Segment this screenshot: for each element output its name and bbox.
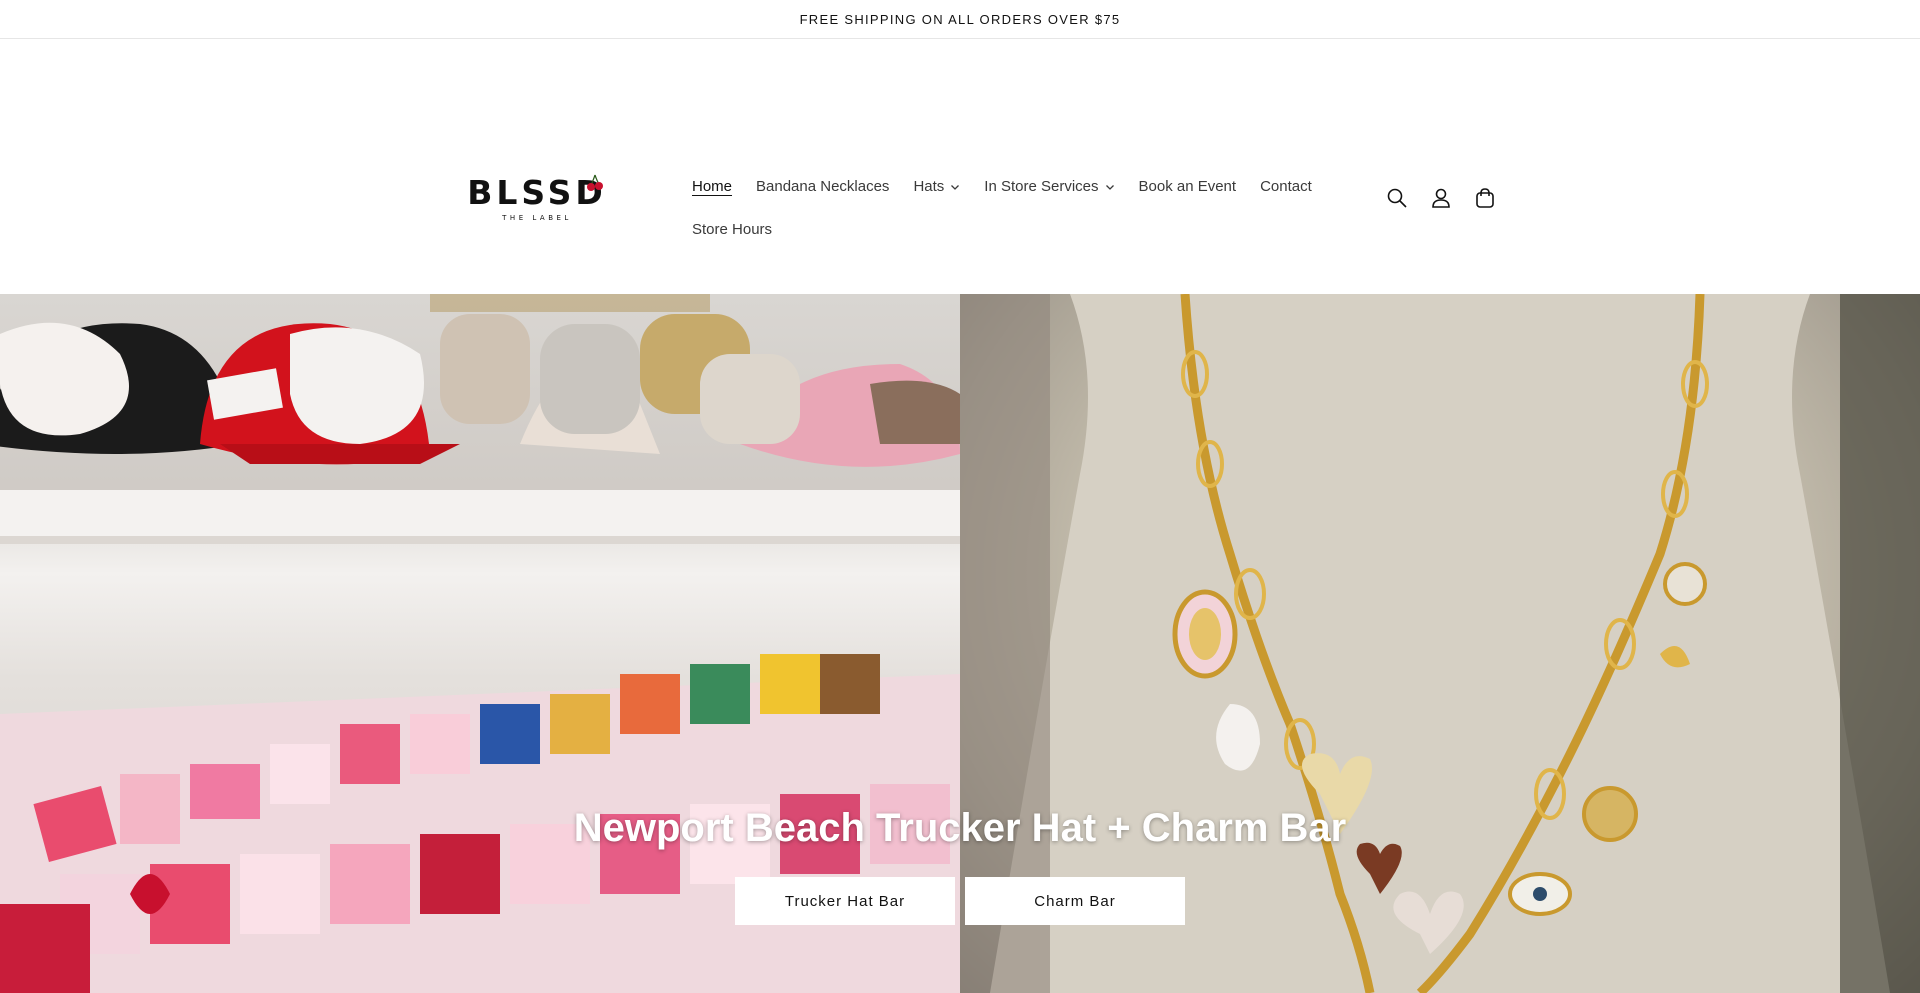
cart-icon [1476, 188, 1494, 208]
nav-item-store-hours[interactable]: Store Hours [680, 208, 784, 251]
search-button[interactable] [1384, 185, 1410, 211]
nav-label: Home [692, 178, 733, 195]
hero-title: Newport Beach Trucker Hat + Charm Bar [573, 806, 1347, 850]
trucker-hat-bar-button[interactable]: Trucker Hat Bar [735, 877, 955, 925]
nav-label: Contact [1260, 178, 1312, 195]
chevron-down-icon [951, 184, 960, 190]
logo[interactable]: BLSSD THE LABEL [462, 169, 612, 229]
chevron-down-icon [1105, 184, 1114, 190]
nav-label: Hats [913, 178, 945, 195]
charm-bar-button[interactable]: Charm Bar [965, 877, 1185, 925]
nav-item-book-an-event[interactable]: Book an Event [1127, 165, 1249, 208]
account-button[interactable] [1428, 185, 1454, 211]
nav-item-home[interactable]: Home [680, 165, 744, 208]
nav-item-in-store-services[interactable]: In Store Services [972, 165, 1126, 208]
cherry-icon [587, 174, 603, 191]
cart-button[interactable] [1472, 185, 1498, 211]
search-icon [1387, 188, 1407, 208]
hero-banner: Newport Beach Trucker Hat + Charm Bar Tr… [0, 294, 1920, 993]
nav-label: Store Hours [692, 221, 773, 238]
site-header: BLSSD THE LABEL Home Bandana Necklaces H… [0, 39, 1920, 294]
nav-label: In Store Services [984, 178, 1099, 195]
announcement-text: FREE SHIPPING ON ALL ORDERS OVER $75 [799, 11, 1121, 27]
nav-label: Book an Event [1138, 178, 1237, 195]
nav-label: Bandana Necklaces [756, 178, 890, 195]
main-nav: Home Bandana Necklaces Hats In Store Ser… [680, 165, 1340, 251]
header-icons [1384, 185, 1498, 211]
nav-item-hats[interactable]: Hats [901, 165, 972, 208]
account-icon [1432, 188, 1450, 208]
nav-item-bandana-necklaces[interactable]: Bandana Necklaces [744, 165, 901, 208]
logo-tagline: THE LABEL [502, 214, 572, 222]
nav-item-contact[interactable]: Contact [1248, 165, 1324, 208]
announcement-bar: FREE SHIPPING ON ALL ORDERS OVER $75 [0, 0, 1920, 39]
hero-buttons: Trucker Hat Bar Charm Bar [0, 877, 1920, 925]
